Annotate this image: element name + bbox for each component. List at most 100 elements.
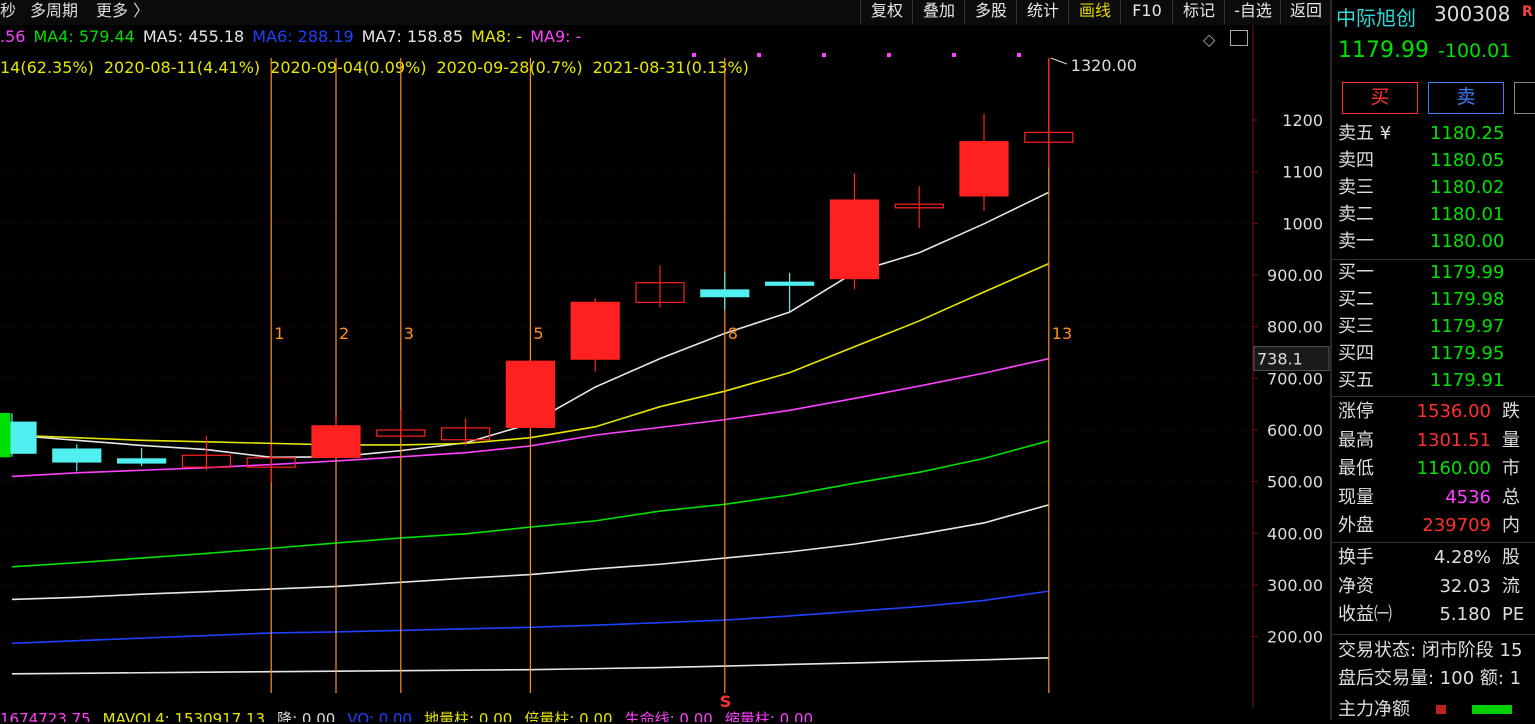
stat-row: 现量 4536 总 (1332, 484, 1535, 512)
ask-label: 卖一 (1338, 231, 1374, 252)
y-tick-label: 1000 (1282, 214, 1323, 233)
stat-extra: PE (1502, 604, 1525, 625)
stat-label: 净资 (1338, 575, 1374, 597)
cycle-label: 2 (339, 324, 349, 343)
stat-row: 收益㈠ 5.180 PE (1332, 601, 1535, 629)
y-tick-label: 1100 (1282, 163, 1323, 182)
bid-price: 1179.91 (1430, 370, 1505, 391)
candle-body (829, 199, 880, 280)
candle-body (959, 141, 1009, 197)
stat-extra: 跌 (1502, 401, 1520, 422)
stat-value: 4.28% (1433, 547, 1491, 568)
indicator-item: 降: 0.00 (277, 710, 336, 722)
max-arrow (1050, 57, 1067, 65)
cycle-label: 3 (404, 324, 414, 343)
stat-row: 最低 1160.00 市 (1332, 455, 1535, 483)
indicator-item: 1674723.75 (0, 710, 91, 722)
y-tick-label: 1200 (1282, 111, 1323, 130)
buy-button[interactable]: 买 (1342, 82, 1418, 114)
signal-dot (692, 53, 696, 57)
r-badge: R (1522, 4, 1533, 20)
bid-price: 1179.98 (1430, 289, 1505, 310)
stat-row: 最高 1301.51 量 (1332, 427, 1535, 455)
stock-name: 中际旭创 (1336, 6, 1416, 30)
signal-dot (1017, 53, 1021, 57)
y-tick-label: 700.00 (1267, 369, 1323, 388)
stat-label: 最高 (1338, 429, 1374, 451)
stat-label: 现量 (1338, 486, 1374, 508)
bid-row[interactable]: 买一 1179.99 (1332, 259, 1535, 286)
ask-row[interactable]: 卖三 1180.02 (1332, 174, 1535, 201)
ask-label: 卖三 (1338, 177, 1374, 198)
flow-bar-green (1472, 705, 1512, 714)
bid-label: 买一 (1338, 262, 1374, 283)
stat-value: 32.03 (1439, 575, 1491, 597)
stat-extra: 流 (1502, 575, 1520, 597)
y-tick-label: 300.00 (1267, 576, 1323, 595)
stat-value: 1536.00 (1416, 401, 1491, 422)
stat-label: 外盘 (1338, 515, 1374, 536)
stat-row: 涨停 1536.00 跌 (1332, 398, 1535, 426)
stat-extra: 股 (1502, 547, 1520, 568)
stat-extra: 总 (1502, 486, 1520, 508)
y-tick-label: 800.00 (1267, 318, 1323, 337)
ask-price: 1180.25 (1430, 123, 1505, 144)
cycle-label: 5 (533, 324, 543, 343)
candle-body (764, 281, 815, 286)
stat-label: 涨停 (1338, 401, 1374, 422)
stat-row: 净资 32.03 流 (1332, 573, 1535, 601)
max-label: 1320.00 (1071, 56, 1137, 75)
bid-label: 买四 (1338, 343, 1374, 364)
stat-value: 5.180 (1439, 604, 1491, 625)
indicator-item: 生命线: 0.00 (624, 710, 713, 722)
current-price-tag: 738.1 (1257, 350, 1303, 369)
stat-value: 239709 (1422, 515, 1491, 536)
signal-dot (757, 53, 761, 57)
stat-extra: 量 (1502, 429, 1520, 451)
indicator-item: 缩量柱: 0.00 (724, 710, 814, 722)
y-tick-label: 500.00 (1267, 473, 1323, 492)
bid-price: 1179.95 (1430, 343, 1505, 364)
extra-button[interactable] (1514, 82, 1535, 114)
ask-row[interactable]: 卖一 1180.00 (1332, 228, 1535, 255)
y-tick-label: 400.00 (1267, 524, 1323, 543)
ask-label: 卖四 (1338, 150, 1374, 171)
y-tick-label: 200.00 (1267, 628, 1323, 647)
quote-panel: 中际旭创 300308 R 1179.99 -100.01 买 卖 卖五 ¥ 11… (1330, 0, 1535, 720)
candle-body (52, 448, 102, 463)
candle-body (311, 425, 361, 458)
stat-value: 1160.00 (1416, 458, 1491, 479)
s-marker: S (720, 692, 732, 708)
cycle-label: 8 (728, 324, 738, 343)
stat-value: 4536 (1445, 486, 1491, 508)
stock-code: 300308 (1434, 2, 1511, 26)
candle-body (505, 360, 555, 428)
candle-body-partial (0, 412, 11, 458)
bid-label: 买五 (1338, 370, 1374, 391)
kline-chart[interactable]: 1 2 3 5 8 13 1200 1100 1000 900.00 800.00 700.00 60… (0, 0, 1330, 708)
stat-row: 换手 4.28% 股 (1332, 544, 1535, 572)
sell-button[interactable]: 卖 (1428, 82, 1504, 114)
divider (1332, 542, 1535, 543)
bid-row[interactable]: 买三 1179.97 (1332, 313, 1535, 340)
stat-row: 外盘 239709 内 (1332, 512, 1535, 540)
ask-price: 1180.01 (1430, 204, 1505, 225)
indicator-item: 倍量柱: 0.00 (524, 710, 613, 722)
divider (1332, 396, 1535, 397)
stat-extra: 内 (1502, 515, 1520, 536)
bid-price: 1179.97 (1430, 316, 1505, 337)
candle-body (570, 301, 620, 360)
signal-dot (887, 53, 891, 57)
stat-label: 最低 (1338, 458, 1374, 479)
bid-row[interactable]: 买四 1179.95 (1332, 340, 1535, 367)
bid-label: 买二 (1338, 289, 1374, 310)
bid-row[interactable]: 买二 1179.98 (1332, 286, 1535, 313)
ask-row[interactable]: 卖五 ¥ 1180.25 (1332, 120, 1535, 147)
ask-row[interactable]: 卖四 1180.05 (1332, 147, 1535, 174)
bid-label: 买三 (1338, 316, 1374, 337)
candle-body (700, 289, 750, 298)
ask-price: 1180.02 (1430, 177, 1505, 198)
indicator-item: MAVOL4: 1530917.13 (102, 710, 266, 722)
ask-row[interactable]: 卖二 1180.01 (1332, 201, 1535, 228)
bid-row[interactable]: 买五 1179.91 (1332, 367, 1535, 394)
